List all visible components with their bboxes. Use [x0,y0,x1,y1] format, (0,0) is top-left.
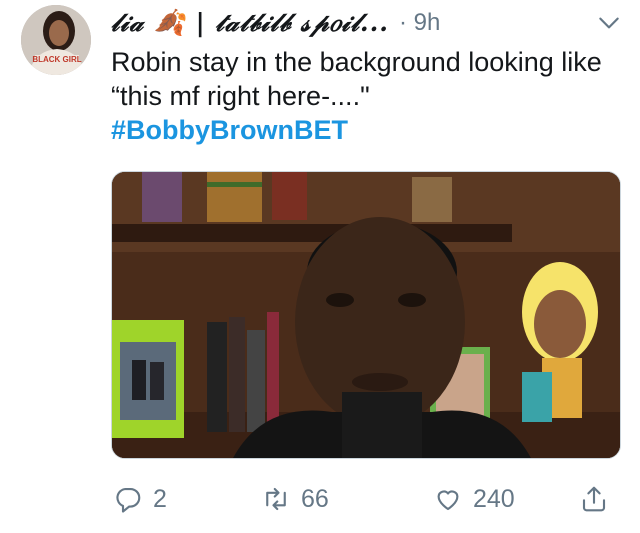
reply-count: 2 [153,484,167,513]
tweet-image[interactable] [111,171,621,459]
timestamp[interactable]: · 9h [399,9,440,37]
chevron-down-icon[interactable] [596,10,622,36]
like-count: 240 [473,484,515,513]
share-button[interactable] [579,477,619,521]
tweet-text: Robin stay in the background looking lik… [111,47,602,111]
tweet-header: 𝓁𝒾𝒶 🍂 | 𝓉𝒶𝓉𝒷𝒾𝓁𝒷 𝓈𝓅𝑜𝒾𝓁... · 9h [111,6,622,40]
share-icon [582,486,606,512]
avatar[interactable]: BLACK GIRL [21,5,91,75]
tweet-body: Robin stay in the background looking lik… [111,45,611,147]
reply-button[interactable]: 2 [113,477,167,521]
avatar-image: BLACK GIRL [21,5,91,75]
tweet-actions: 2 66 240 [111,477,621,521]
retweet-count: 66 [301,484,329,513]
like-icon [437,490,459,511]
retweet-button[interactable]: 66 [261,477,329,521]
like-button[interactable]: 240 [433,477,515,521]
avatar-shirt-text: BLACK GIRL [32,55,81,64]
reply-icon [116,487,141,513]
hashtag-link[interactable]: #BobbyBrownBET [111,113,611,147]
tweet-photo [112,172,620,458]
display-name[interactable]: 𝓁𝒾𝒶 🍂 | 𝓉𝒶𝓉𝒷𝒾𝓁𝒷 𝓈𝓅𝑜𝒾𝓁... [111,8,389,38]
retweet-icon [266,487,286,511]
